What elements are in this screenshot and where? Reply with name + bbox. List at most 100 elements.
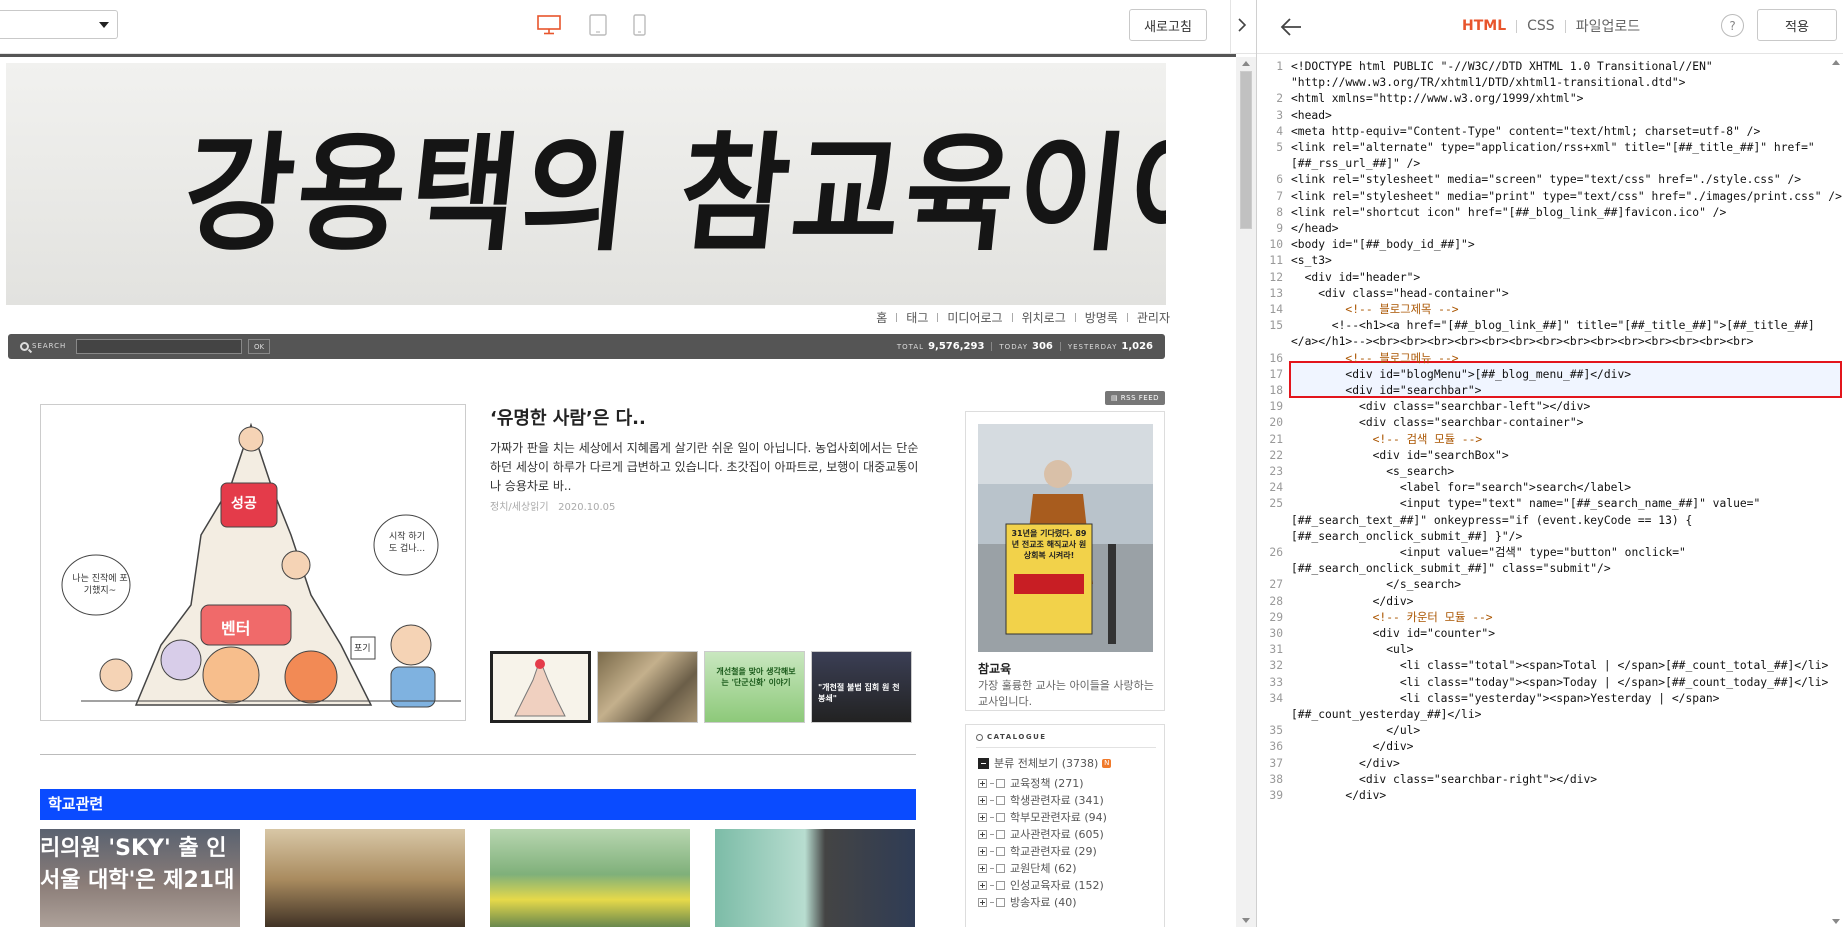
code-line[interactable]: 17 <div id="blogMenu">[##_blog_menu_##]<… (1257, 367, 1843, 383)
code-line[interactable]: 21 <!-- 검색 모듈 --> (1257, 432, 1843, 448)
code-text[interactable]: <head> (1291, 108, 1831, 124)
desktop-icon[interactable] (536, 15, 562, 35)
skin-select[interactable] (0, 10, 118, 39)
category-item[interactable]: 교사관련자료 (605) (978, 826, 1107, 843)
code-line[interactable]: 38 <div class="searchbar-right"></div> (1257, 772, 1843, 788)
category-item[interactable]: 교원단체 (62) (978, 860, 1107, 877)
category-item[interactable]: 인성교육자료 (152) (978, 877, 1107, 894)
code-text[interactable]: </div> (1291, 739, 1831, 755)
code-line[interactable]: 6 <link rel="stylesheet" media="screen" t… (1257, 172, 1843, 188)
code-line[interactable]: 4 <meta http-equiv="Content-Type" content… (1257, 124, 1843, 140)
code-text[interactable]: <meta http-equiv="Content-Type" content=… (1291, 124, 1831, 140)
tab-html[interactable]: HTML (1462, 18, 1506, 34)
code-line[interactable]: 30 <div id="counter"> (1257, 626, 1843, 642)
code-line[interactable]: 11 <s_t3> (1257, 253, 1843, 269)
code-line[interactable]: 8 <link rel="shortcut icon" href="[##_blo… (1257, 205, 1843, 221)
code-text[interactable]: <div id="header"> (1291, 270, 1831, 286)
code-text[interactable]: <!-- 블로그제목 --> (1291, 302, 1831, 318)
code-line[interactable]: 1 <!DOCTYPE html PUBLIC "-//W3C//DTD XHTM… (1257, 59, 1843, 75)
category-item[interactable]: 방송자료 (40) (978, 894, 1107, 911)
code-line[interactable]: 39 </div> (1257, 788, 1843, 804)
thumbnail-1[interactable] (490, 651, 591, 723)
blog-menu-home[interactable]: 홈 (876, 309, 887, 326)
code-line[interactable]: 9 </head> (1257, 221, 1843, 237)
code-line[interactable]: 37 </div> (1257, 756, 1843, 772)
back-button[interactable] (1279, 14, 1305, 40)
code-line[interactable]: 14 <!-- 블로그제목 --> (1257, 302, 1843, 318)
code-line[interactable]: 19 <div class="searchbar-left"></div> (1257, 399, 1843, 415)
expand-icon[interactable] (978, 796, 987, 805)
code-text[interactable]: <body id="[##_body_id_##]"> (1291, 237, 1831, 253)
search-ok-button[interactable]: OK (248, 339, 270, 354)
code-line[interactable]: [##_count_yesterday_##]</li> (1257, 707, 1843, 723)
code-text[interactable]: <div class="searchbar-left"></div> (1291, 399, 1831, 415)
code-line[interactable]: 32 <li class="total"><span>Total | </spa… (1257, 658, 1843, 674)
expand-icon[interactable] (978, 779, 987, 788)
code-text[interactable]: </div> (1291, 756, 1831, 772)
featured-post-title[interactable]: ‘유명한 사람’은 다.. (490, 404, 646, 430)
help-icon[interactable]: ? (1721, 14, 1744, 37)
code-line[interactable]: 5 <link rel="alternate" type="application… (1257, 140, 1843, 156)
code-line[interactable]: 24 <label for="search">search</label> (1257, 480, 1843, 496)
tab-file-upload[interactable]: 파일업로드 (1576, 16, 1640, 36)
code-text[interactable]: [##_rss_url_##]" /> (1291, 156, 1831, 172)
code-text[interactable]: <s_t3> (1291, 253, 1831, 269)
code-text[interactable]: <link rel="stylesheet" media="print" typ… (1291, 189, 1842, 205)
code-text[interactable]: <!--<h1><a href="[##_blog_link_##]" titl… (1291, 318, 1831, 334)
code-text[interactable]: <div class="searchbar-right"></div> (1291, 772, 1831, 788)
rss-feed-button[interactable]: ▤ RSS FEED (1105, 391, 1165, 405)
code-text[interactable]: <li class="yesterday"><span>Yesterday | … (1291, 691, 1831, 707)
code-text[interactable]: <li class="total"><span>Total | </span>[… (1291, 658, 1831, 674)
blog-menu-tag[interactable]: 태그 (906, 309, 928, 326)
category-item[interactable]: 학부모관련자료 (94) (978, 809, 1107, 826)
code-line[interactable]: 16 <!-- 블로그메뉴 --> (1257, 351, 1843, 367)
code-text[interactable]: [##_count_yesterday_##]</li> (1291, 707, 1831, 723)
scroll-up-icon[interactable] (1832, 60, 1840, 65)
code-text[interactable]: <!-- 카운터 모듈 --> (1291, 610, 1831, 626)
expand-icon[interactable] (978, 864, 987, 873)
code-text[interactable]: <link rel="alternate" type="application/… (1291, 140, 1831, 156)
code-line[interactable]: </a></h1>--><br><br><br><br><br><br><br>… (1257, 334, 1843, 350)
apply-button[interactable]: 적용 (1757, 9, 1837, 41)
code-line[interactable]: 7 <link rel="stylesheet" media="print" ty… (1257, 189, 1843, 205)
code-text[interactable]: <div class="searchbar-container"> (1291, 415, 1831, 431)
thumbnail-3[interactable]: 개선철을 맞아 생각해보는 '단군신화' 이야기 (704, 651, 805, 723)
code-text[interactable]: [##_search_text_##]" onkeypress="if (eve… (1291, 513, 1831, 529)
blog-menu-guestbook[interactable]: 방명록 (1085, 309, 1118, 326)
code-text[interactable]: <div id="counter"> (1291, 626, 1831, 642)
code-line[interactable]: [##_search_onclick_submit_##]" class="su… (1257, 561, 1843, 577)
blog-menu-medialog[interactable]: 미디어로그 (947, 309, 1002, 326)
code-line[interactable]: 18 <div id="searchbar"> (1257, 383, 1843, 399)
code-editor[interactable]: 1 <!DOCTYPE html PUBLIC "-//W3C//DTD XHTM… (1257, 57, 1843, 927)
code-text[interactable]: </head> (1291, 221, 1831, 237)
code-line[interactable]: 29 <!-- 카운터 모듈 --> (1257, 610, 1843, 626)
collapse-preview-button[interactable] (1231, 12, 1253, 38)
code-line[interactable]: 15 <!--<h1><a href="[##_blog_link_##]" t… (1257, 318, 1843, 334)
code-text[interactable]: <s_search> (1291, 464, 1831, 480)
code-line[interactable]: 36 </div> (1257, 739, 1843, 755)
code-line[interactable]: 20 <div class="searchbar-container"> (1257, 415, 1843, 431)
code-text[interactable]: <ul> (1291, 642, 1831, 658)
code-line[interactable]: 35 </ul> (1257, 723, 1843, 739)
scroll-down-icon[interactable] (1832, 919, 1840, 924)
blog-menu-admin[interactable]: 관리자 (1137, 309, 1170, 326)
mobile-icon[interactable] (633, 14, 646, 36)
code-line[interactable]: 22 <div id="searchBox"> (1257, 448, 1843, 464)
code-text[interactable]: <li class="today"><span>Today | </span>[… (1291, 675, 1831, 691)
profile-photo[interactable]: 31년을 기다렸다. 89년 전교조 해직교사 원상회복 시켜라! (978, 424, 1153, 652)
code-line[interactable]: 33 <li class="today"><span>Today | </spa… (1257, 675, 1843, 691)
preview-scrollbar[interactable] (1236, 57, 1256, 927)
code-text[interactable]: </div> (1291, 594, 1831, 610)
blog-header-image[interactable]: 강용택의 참교육이야기 (6, 63, 1166, 305)
code-line[interactable]: 31 <ul> (1257, 642, 1843, 658)
code-text[interactable]: <input type="text" name="[##_search_name… (1291, 496, 1831, 512)
code-line[interactable]: 10 <body id="[##_body_id_##]"> (1257, 237, 1843, 253)
featured-post-category[interactable]: 정치/세상읽기 (490, 502, 549, 513)
code-line[interactable]: [##_search_text_##]" onkeypress="if (eve… (1257, 513, 1843, 529)
tablet-icon[interactable] (589, 14, 607, 36)
blog-menu-locationlog[interactable]: 위치로그 (1022, 309, 1066, 326)
code-text[interactable]: <input value="검색" type="button" onclick=… (1291, 545, 1831, 561)
code-line[interactable]: 2 <html xmlns="http://www.w3.org/1999/xht… (1257, 91, 1843, 107)
code-text[interactable]: <!-- 검색 모듈 --> (1291, 432, 1831, 448)
code-line[interactable]: 13 <div class="head-container"> (1257, 286, 1843, 302)
